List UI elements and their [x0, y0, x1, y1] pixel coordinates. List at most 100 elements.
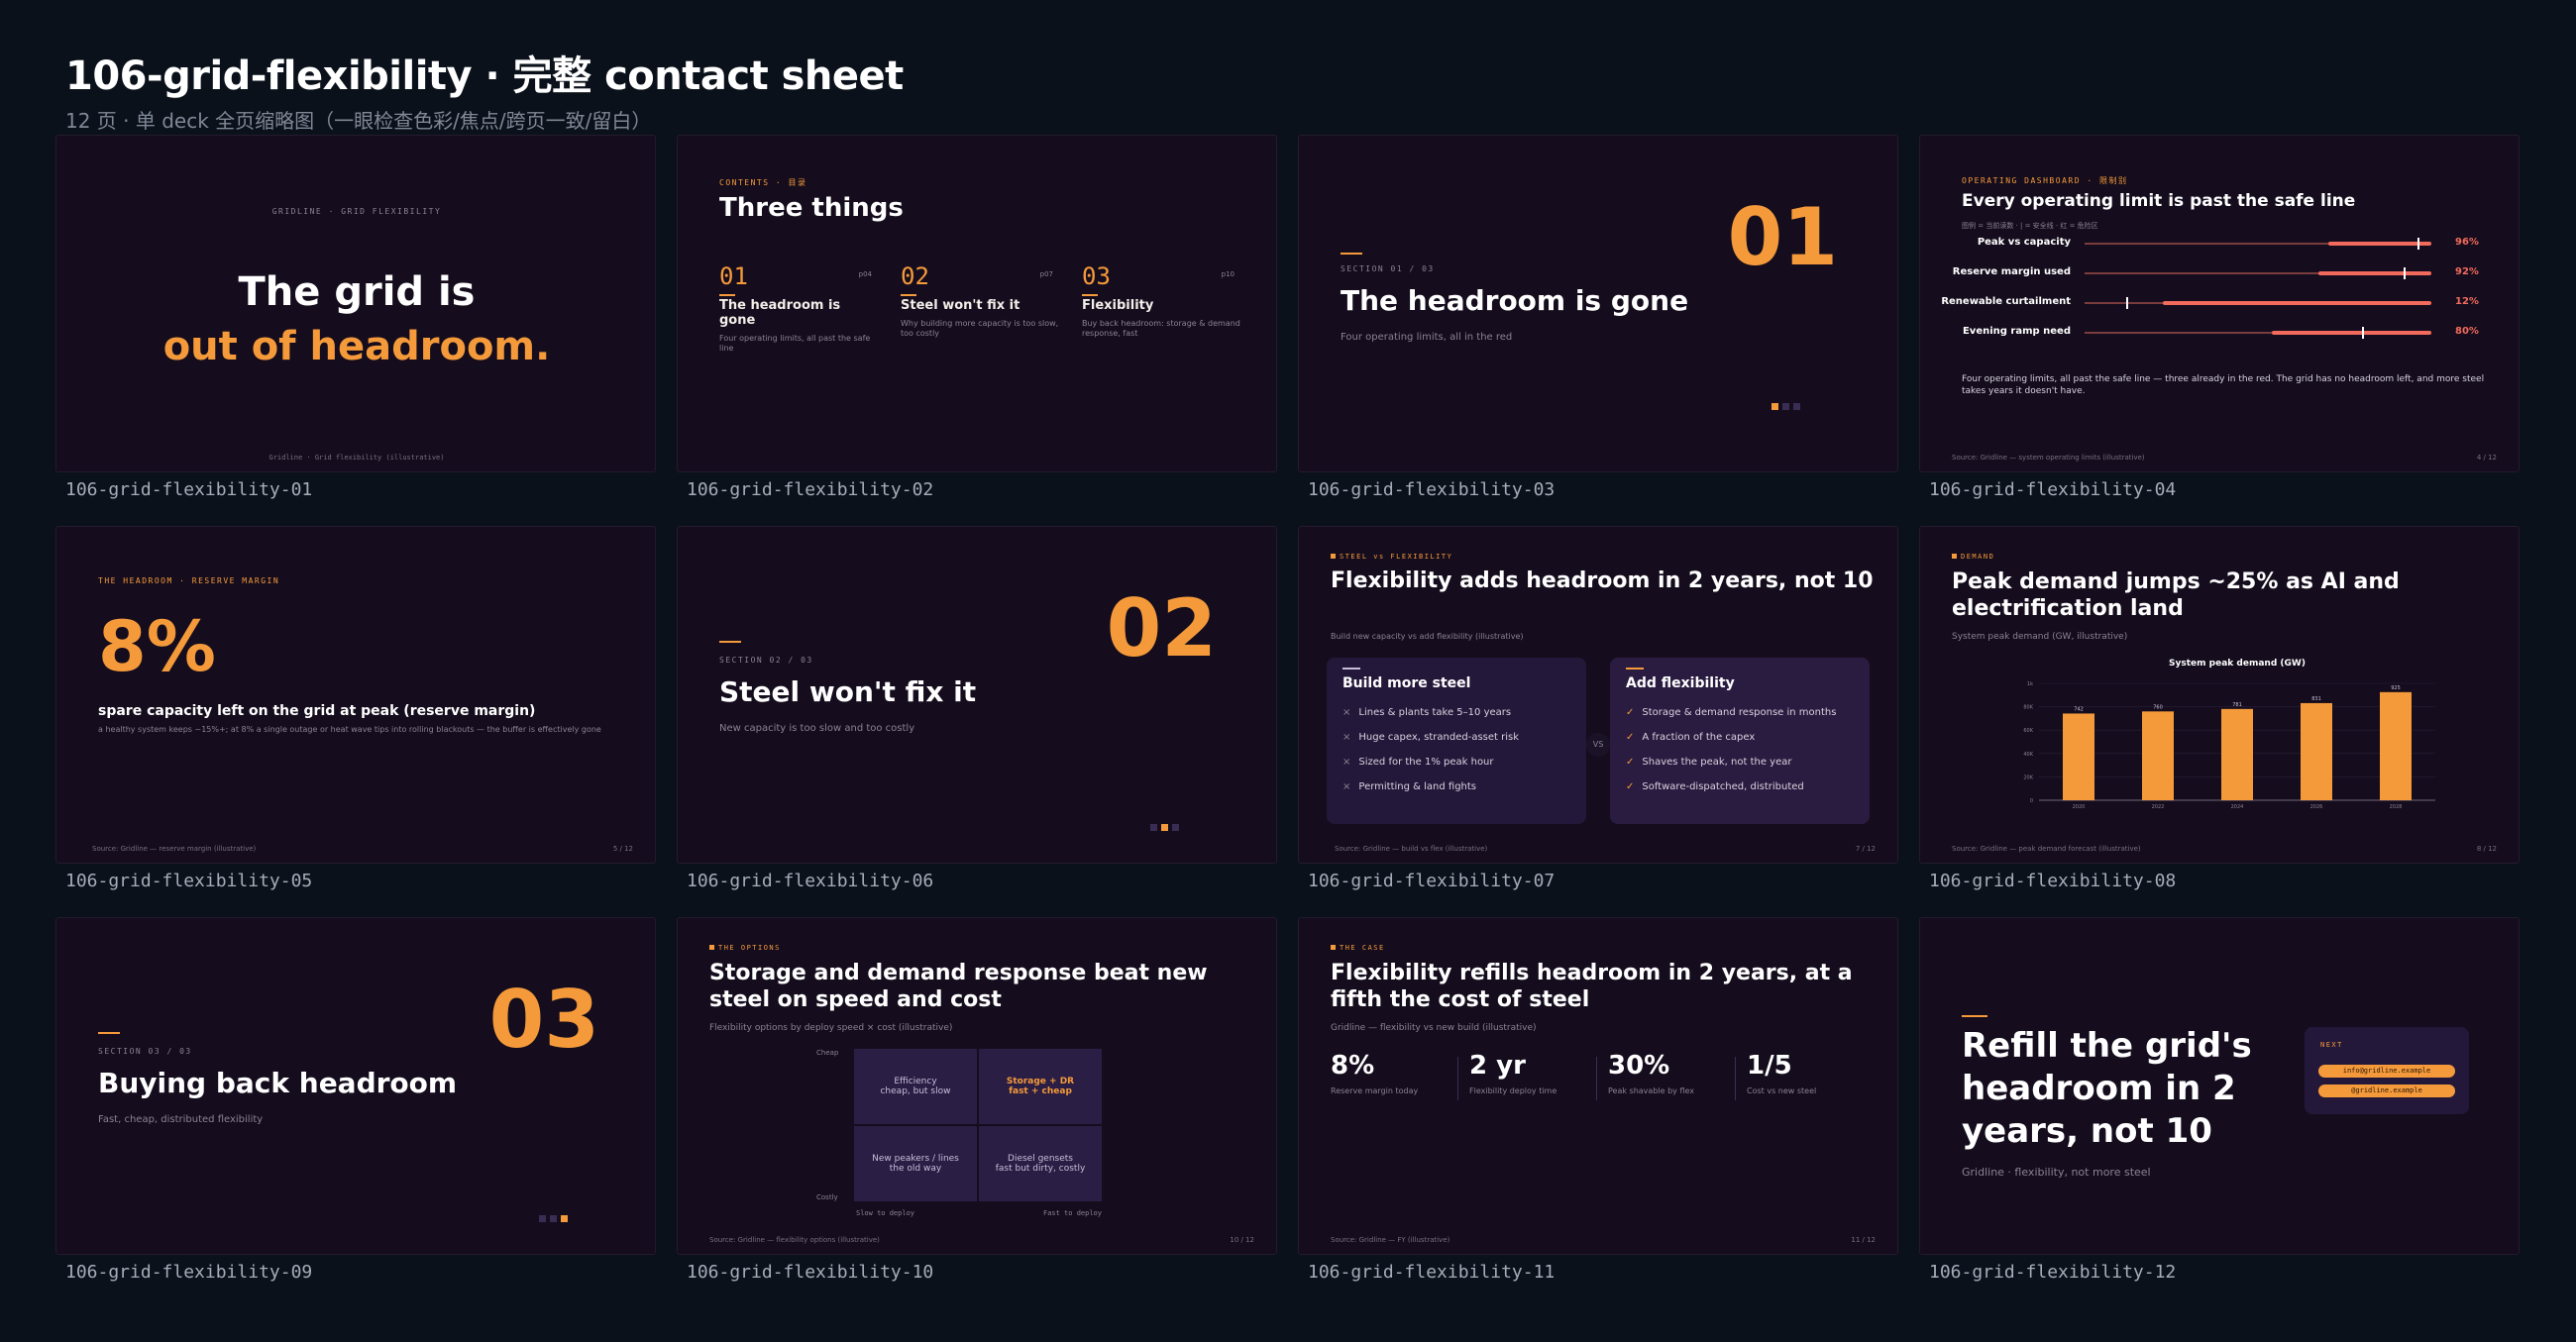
slide-kicker: STEEL vs FLEXIBILITY [1331, 553, 1452, 561]
gauge-label: Peak vs capacity [1977, 237, 2071, 248]
gauge-marker [2362, 327, 2364, 339]
item-page: p10 [1221, 270, 1234, 278]
section-label: SECTION 02 / 03 [719, 656, 813, 665]
bar [2142, 711, 2174, 800]
y-tick-label: 0 [2030, 798, 2033, 804]
slide-caption: 106-grid-flexibility-07 [1308, 871, 1556, 891]
gauge-label: Reserve margin used [1952, 266, 2071, 277]
list-item: ✓ Storage & demand response in months [1626, 707, 1837, 718]
accent-rule [1962, 1015, 1987, 1017]
slide-05[interactable]: THE HEADROOM · RESERVE MARGIN 8% spare c… [55, 526, 656, 864]
slide-kicker: CONTENTS · 目录 [719, 178, 807, 187]
item-number: 02 [901, 262, 929, 290]
slide-07[interactable]: STEEL vs FLEXIBILITY Flexibility adds he… [1298, 526, 1898, 864]
item-title: Steel won't fix it [901, 298, 1020, 313]
contact-pill[interactable]: info@gridline.example [2318, 1065, 2455, 1078]
slide-title: Flexibility adds headroom in 2 years, no… [1331, 568, 1874, 593]
slide-title: Flexibility refills headroom in 2 years,… [1331, 961, 1853, 1012]
gauge-label: Renewable curtailment [1941, 296, 2071, 307]
chart-title: System peak demand (GW) [2169, 659, 2306, 669]
stat-deploy-time: 2 yr Flexibility deploy time [1469, 1051, 1557, 1095]
slide-title: Storage and demand response beat new ste… [709, 961, 1208, 1012]
y-tick-label: 20K [2023, 774, 2033, 780]
slide-caption: 106-grid-flexibility-02 [687, 479, 934, 500]
page-number: 10 / 12 [1230, 1236, 1254, 1244]
contents-item-2[interactable]: 02 p07 Steel won't fix it Why building m… [901, 262, 1059, 339]
card-build-steel: Build more steel × Lines & plants take 5–… [1327, 658, 1586, 824]
stat-title: spare capacity left on the grid at peak … [98, 703, 536, 719]
slide-subtitle: Gridline · flexibility, not more steel [1962, 1166, 2151, 1179]
stat-desc: a healthy system keeps ~15%+; at 8% a si… [98, 725, 601, 734]
y-tick-label: 1k [2027, 681, 2033, 687]
progress-dots [539, 1207, 572, 1226]
gauge-marker [2417, 238, 2419, 250]
slide-12[interactable]: Refill the grid's headroom in 2 years, n… [1919, 917, 2520, 1255]
axis-right-label: Fast to deploy [1042, 1209, 1102, 1217]
list-item: ✓ Shaves the peak, not the year [1626, 757, 1792, 768]
slide-03[interactable]: 01 SECTION 01 / 03 The headroom is gone … [1298, 135, 1898, 472]
stat-peak-shavable: 30% Peak shavable by flex [1608, 1051, 1694, 1095]
slide-caption: 106-grid-flexibility-10 [687, 1262, 934, 1283]
slide-09[interactable]: 03 SECTION 03 / 03 Buying back headroom … [55, 917, 656, 1255]
slide-02[interactable]: CONTENTS · 目录 Three things 01 p04 The he… [677, 135, 1277, 472]
x-tick-label: 2026 [2310, 804, 2323, 810]
slide-04[interactable]: OPERATING DASHBOARD · 限制别 Every operatin… [1919, 135, 2520, 472]
slide-08[interactable]: DEMAND Peak demand jumps ~25% as AI and … [1919, 526, 2520, 864]
item-title: Flexibility [1082, 298, 1154, 313]
slide-caption: 106-grid-flexibility-08 [1929, 871, 2177, 891]
slide-01[interactable]: GRIDLINE · GRID FLEXIBILITY The grid is … [55, 135, 656, 472]
slide-subtitle: Fast, cheap, distributed flexibility [98, 1114, 264, 1125]
item-desc: Why building more capacity is too slow, … [901, 319, 1059, 338]
slide-11[interactable]: THE CASE Flexibility refills headroom in… [1298, 917, 1898, 1255]
slide-caption: 106-grid-flexibility-01 [65, 479, 313, 500]
data-label: 742 [2074, 706, 2084, 712]
bar [2301, 702, 2332, 800]
section-number: 03 [488, 974, 599, 1066]
slide-caption: 106-grid-flexibility-05 [65, 871, 313, 891]
contact-pill[interactable]: @gridline.example [2318, 1084, 2455, 1097]
gauge-danger-zone [2272, 331, 2431, 335]
slide-caption: 106-grid-flexibility-03 [1308, 479, 1556, 500]
slide-caption: 106-grid-flexibility-12 [1929, 1262, 2177, 1283]
kicker-text: STEEL vs FLEXIBILITY [1340, 553, 1453, 561]
contents-item-1[interactable]: 01 p04 The headroom is gone Four operati… [719, 262, 878, 354]
slide-footer: Source: Gridline — system operating limi… [1952, 454, 2145, 462]
slide-10[interactable]: THE OPTIONS Storage and demand response … [677, 917, 1277, 1255]
slide-footer: Source: Gridline — flexibility options (… [709, 1236, 880, 1244]
page-number: 8 / 12 [2476, 845, 2497, 853]
x-tick-label: 2028 [2390, 804, 2403, 810]
list-item: ✓ A fraction of the capex [1626, 732, 1756, 743]
slide-title: Peak demand jumps ~25% as AI and electri… [1952, 569, 2400, 621]
item-desc: Buy back headroom: storage & demand resp… [1082, 319, 1240, 338]
slide-06[interactable]: 02 SECTION 02 / 03 Steel won't fix it Ne… [677, 526, 1277, 864]
accent-rule [719, 641, 741, 643]
page-number: 7 / 12 [1855, 845, 1876, 853]
y-tick-label: 80K [2023, 705, 2033, 711]
section-number: 02 [1106, 582, 1217, 674]
accent-rule [98, 1032, 120, 1034]
slide-title: The headroom is gone [1341, 284, 1689, 317]
stat-reserve-margin: 8% Reserve margin today [1331, 1051, 1419, 1095]
quadrant-new-peakers: New peakers / lines the old way [854, 1126, 977, 1201]
legend-text: 图例 = 当前读数 · | = 安全线 · 红 = 危险区 [1962, 222, 2098, 230]
gauge-value: 92% [2455, 266, 2479, 277]
slide-caption: 106-grid-flexibility-11 [1308, 1262, 1556, 1283]
stat-cost-ratio: 1/5 Cost vs new steel [1747, 1051, 1817, 1095]
section-number: 01 [1727, 191, 1838, 283]
item-page: p07 [1039, 270, 1053, 278]
data-label: 781 [2232, 702, 2242, 708]
card-add-flexibility: Add flexibility ✓ Storage & demand respon… [1610, 658, 1870, 824]
peak-demand-chart: System peak demand (GW) 0 20K 40K 60K 80K 1k 74… [2023, 659, 2435, 810]
list-item: × Permitting & land fights [1342, 781, 1477, 792]
sheet-subtitle: 12 页 · 单 deck 全页缩略图（一眼检查色彩/焦点/跨页一致/留白） [65, 109, 652, 133]
kicker-text: THE OPTIONS [718, 944, 781, 952]
item-page: p04 [858, 270, 872, 278]
slide-subtitle: Gridline — flexibility vs new build (ill… [1331, 1023, 1537, 1033]
slide-kicker: GRIDLINE · GRID FLEXIBILITY [271, 207, 442, 216]
gauge-danger-zone [2318, 271, 2431, 275]
contents-item-3[interactable]: 03 p10 Flexibility Buy back headroom: st… [1082, 262, 1240, 339]
slide-kicker: THE OPTIONS [709, 944, 781, 952]
slide-footer: Source: Gridline — FY (illustrative) [1331, 1236, 1450, 1244]
next-label: NEXT [2320, 1041, 2343, 1049]
slide-footer: Source: Gridline — reserve margin (illus… [92, 845, 257, 853]
